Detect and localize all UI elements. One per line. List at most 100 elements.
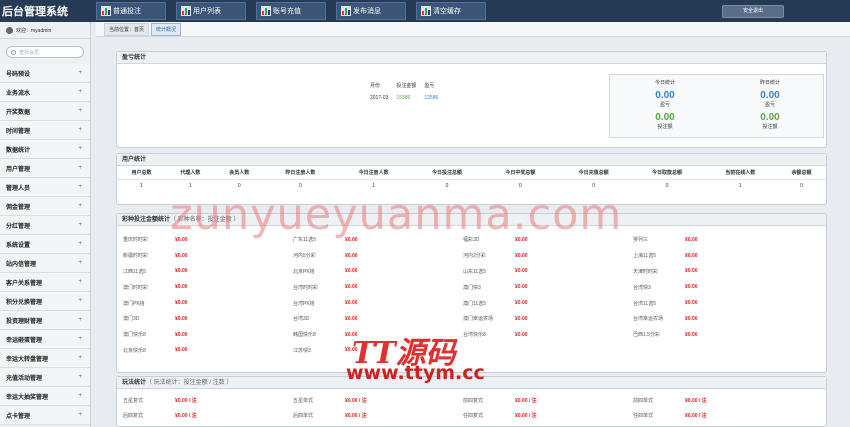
sidebar-item[interactable]: 幸运大抽奖管理 +	[0, 387, 90, 406]
sidebar-item[interactable]: 分红管理 +	[0, 216, 90, 235]
sidebar-item-label: 系统设置	[6, 242, 31, 249]
lottery-row: 澳门PK拾 ¥0.00 台湾PK拾 ¥0.00 澳门11选5 ¥0.00 台湾11选5 ¥0.…	[123, 295, 823, 311]
lottery-name: 排列三	[633, 237, 649, 244]
bar-chart-icon	[341, 6, 351, 16]
nav-label: 发布消息	[353, 8, 381, 15]
nav-button-publish-message[interactable]: 发布消息	[336, 2, 406, 20]
stat-value: 0	[665, 183, 669, 190]
sidebar-item[interactable]: 点卡管理 +	[0, 406, 90, 425]
expand-plus-icon: +	[78, 70, 82, 76]
lottery-row: 澳门时时彩 ¥0.00 台湾时时彩 ¥0.00 澳门快3 ¥0.00 台湾快3 ¥0.00	[123, 279, 823, 295]
lottery-item: 澳门快乐8 ¥0.00	[123, 327, 293, 343]
play-amount: ¥0.00 / 注	[515, 413, 537, 419]
lottery-item: 澳门PK拾 ¥0.00	[123, 295, 293, 311]
sidebar-item[interactable]: 用户管理 +	[0, 159, 90, 178]
nav-label: 账号充值	[273, 8, 301, 15]
stat-value: 1	[738, 183, 742, 190]
sidebar-item-label: 用户管理	[6, 166, 31, 173]
sidebar-item-label: 客户关系管理	[6, 280, 43, 287]
search-icon	[11, 49, 16, 55]
lottery-amount: ¥0.00	[345, 252, 358, 259]
bar-chart-icon	[181, 6, 191, 16]
search-member-input[interactable]: 查找会员	[6, 46, 84, 58]
lottery-item: 台湾11选5 ¥0.00	[633, 295, 803, 311]
yesterday-profit-label: 盈亏	[764, 102, 775, 108]
nav-button-normal-bet[interactable]: 普通投注	[96, 2, 166, 20]
play-name: 后四单式	[293, 413, 314, 419]
sidebar-item-label: 数据统计	[6, 147, 31, 154]
lottery-name: 江西11选5	[123, 268, 146, 275]
sidebar-item[interactable]: 站内信管理 +	[0, 254, 90, 273]
lottery-item: 澳门快3 ¥0.00	[463, 279, 633, 295]
today-profit-value: 0.00	[655, 90, 675, 101]
logout-button[interactable]: 安全退出	[722, 5, 784, 18]
yesterday-bet-value: 0.00	[760, 112, 780, 123]
nav-label: 清空缓存	[433, 8, 461, 15]
sidebar-item-label: 积分兑换管理	[6, 299, 43, 306]
col-header: 今日投注总额	[410, 166, 484, 180]
lottery-name: 澳门11选5	[463, 300, 486, 307]
play-item: 后四单式 ¥0.00 / 注	[293, 412, 463, 427]
breadcrumb-home[interactable]: 当前位置：首页	[104, 22, 150, 36]
lottery-amount: ¥0.00	[175, 268, 188, 275]
sidebar-item[interactable]: 系统设置 +	[0, 235, 90, 254]
lottery-name: 台湾PK拾	[293, 300, 315, 307]
lottery-item: 澳门11选5 ¥0.00	[463, 295, 633, 311]
lottery-amount: ¥0.00	[175, 315, 188, 322]
sidebar-item[interactable]: 号码预设 +	[0, 64, 90, 83]
expand-plus-icon: +	[78, 355, 82, 361]
col-header: 会员人数	[214, 166, 264, 180]
welcome-text: 欢迎：myadmin	[16, 27, 52, 34]
sidebar-item[interactable]: 管理人员 +	[0, 178, 90, 197]
col-header: 今日充值总额	[556, 166, 631, 180]
summary-box: 今日统计 0.00 盈亏 0.00 投注额 昨日统计 0.00 盈亏 0.00 …	[609, 74, 824, 138]
sidebar-item[interactable]: 开奖数据 +	[0, 102, 90, 121]
sidebar-item-label: 分红管理	[6, 223, 31, 230]
panel-title: 用户统计	[117, 154, 826, 166]
lottery-amount: ¥0.00	[515, 315, 528, 322]
lottery-item: 澳门幸运农场 ¥0.00	[463, 311, 633, 327]
play-amount: ¥0.00 / 注	[345, 398, 367, 404]
today-bet-label: 投注额	[657, 124, 673, 130]
sidebar-item-label: 点卡管理	[6, 413, 31, 420]
sidebar-item[interactable]: 佣金管理 +	[0, 197, 90, 216]
nav-button-user-list[interactable]: 用户列表	[176, 2, 246, 20]
lottery-item: 河内2分彩 ¥0.00	[463, 248, 633, 264]
lottery-amount: ¥0.00	[175, 331, 188, 338]
bar-chart-icon	[421, 6, 431, 16]
expand-plus-icon: +	[78, 127, 82, 133]
expand-plus-icon: +	[78, 317, 82, 323]
sidebar-item[interactable]: 投资理财管理 +	[0, 311, 90, 330]
sidebar-item-label: 业务流水	[6, 90, 31, 97]
bar-chart-icon	[261, 6, 271, 16]
monthly-table: 月份 投注金额 盈亏 2017-03 15386 12586	[365, 78, 443, 105]
lottery-amount: ¥0.00	[685, 236, 698, 243]
sidebar-item[interactable]: 幸运大转盘管理 +	[0, 349, 90, 368]
nav-button-recharge[interactable]: 账号充值	[256, 2, 326, 20]
sidebar-item[interactable]: 数据统计 +	[0, 140, 90, 159]
lottery-amount: ¥0.00	[345, 300, 358, 307]
nav-button-clear-cache[interactable]: 清空缓存	[416, 2, 486, 20]
sidebar-item[interactable]: 积分兑换管理 +	[0, 292, 90, 311]
lottery-item: 天津时时彩 ¥0.00	[633, 264, 803, 280]
sidebar-item[interactable]: 客户关系管理 +	[0, 273, 90, 292]
sidebar-item[interactable]: 业务流水 +	[0, 83, 90, 102]
play-amount: ¥0.00 / 注	[685, 413, 707, 419]
sidebar-item[interactable]: 幸运砸蛋管理 +	[0, 330, 90, 349]
nav-label: 用户列表	[193, 8, 221, 15]
expand-plus-icon: +	[78, 336, 82, 342]
play-row: 五星复式 ¥0.00 / 注五星单式 ¥0.00 / 注前四复式 ¥0.00 / 注前…	[123, 397, 823, 412]
sidebar-item[interactable]: 充值活动管理 +	[0, 368, 90, 387]
lottery-name: 澳门时时彩	[123, 284, 149, 291]
bar-chart-icon	[101, 6, 111, 16]
lottery-amount: ¥0.00	[685, 315, 698, 322]
profit-cell: 12586	[424, 95, 439, 101]
lottery-amount: ¥0.00	[175, 252, 188, 259]
lottery-amount: ¥0.00	[345, 284, 358, 291]
lottery-name: 澳门3D	[123, 316, 140, 323]
nav-label: 普通投注	[113, 8, 141, 15]
lottery-amount: ¥0.00	[685, 252, 698, 259]
sidebar-item[interactable]: 时间管理 +	[0, 121, 90, 140]
search-placeholder: 查找会员	[19, 49, 40, 56]
lottery-item: 山东11选5 ¥0.00	[463, 264, 633, 280]
